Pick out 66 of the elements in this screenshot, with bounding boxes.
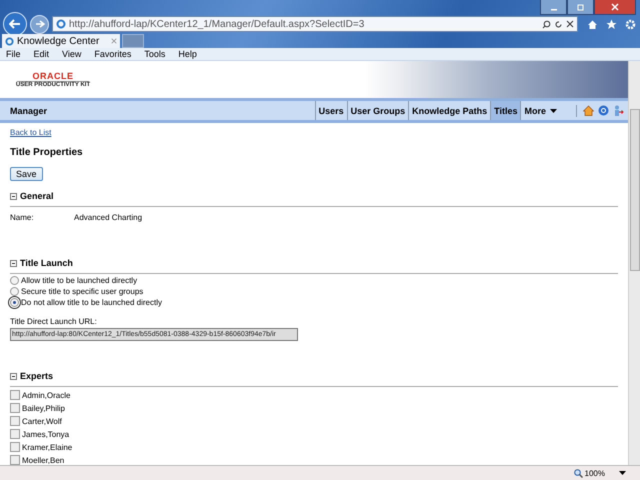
home-icon[interactable]: [583, 105, 594, 116]
caret-icon: [550, 108, 557, 112]
radio-button[interactable]: [10, 287, 19, 296]
close-button[interactable]: [594, 0, 636, 15]
nav-tab[interactable]: User Groups: [346, 101, 408, 120]
back-link[interactable]: Back to List: [10, 128, 52, 137]
browser-tab[interactable]: Knowledge Center: [2, 34, 120, 48]
checkbox-label: James,Tonya: [22, 430, 70, 438]
field-label: Name:: [10, 213, 35, 222]
caret-icon[interactable]: [619, 471, 626, 475]
settings-icon[interactable]: [625, 18, 636, 30]
radio-label: Secure title to specific user groups: [21, 287, 144, 296]
menu-item[interactable]: Tools: [144, 49, 166, 59]
nav-tab[interactable]: More: [520, 101, 560, 120]
save-button[interactable]: Save: [10, 167, 43, 181]
field-label: Title Direct Launch URL:: [10, 317, 98, 326]
zoom-level[interactable]: 100%: [584, 468, 605, 478]
restore-button[interactable]: [567, 0, 594, 15]
collapse-icon[interactable]: [10, 260, 17, 266]
menu-item[interactable]: Edit: [34, 49, 50, 59]
nav-title: Manager: [10, 106, 48, 116]
radio-label: Do not allow title to be launched directly: [21, 298, 162, 307]
logout-icon[interactable]: [613, 104, 624, 116]
checkbox[interactable]: [10, 403, 20, 413]
menu-item[interactable]: File: [6, 49, 21, 59]
scrollbar[interactable]: [628, 61, 640, 465]
checkbox[interactable]: [10, 390, 20, 400]
checkbox-label: Carter,Wolf: [22, 416, 62, 426]
menu-item[interactable]: View: [62, 49, 82, 59]
checkbox[interactable]: [10, 455, 20, 465]
collapse-icon[interactable]: [10, 372, 17, 380]
minimize-button[interactable]: [540, 0, 567, 15]
radio-button[interactable]: [10, 276, 19, 285]
back-button[interactable]: [3, 12, 27, 36]
zoom-icon[interactable]: [574, 468, 583, 478]
checkbox[interactable]: [10, 429, 20, 439]
nav-tab[interactable]: Titles: [490, 101, 520, 120]
nav-tab[interactable]: Users: [314, 101, 347, 120]
forward-arrow-icon: [34, 20, 44, 28]
home-icon[interactable]: [587, 18, 598, 30]
section-title: Title Launch: [20, 258, 73, 268]
radio-button[interactable]: [10, 298, 19, 307]
search-icon[interactable]: [542, 20, 551, 28]
close-icon: [611, 3, 619, 11]
address-bar[interactable]: http://ahufford-lap/KCenter12_1/Manager/Default.aspx?SelectID=3: [52, 16, 578, 32]
back-arrow-icon: [9, 19, 21, 29]
url-text: http://ahufford-lap/KCenter12_1/Manager/Default.aspx?SelectID=3: [69, 18, 366, 30]
checkbox[interactable]: [10, 442, 20, 452]
field-value: Advanced Charting: [74, 213, 142, 222]
checkbox-label: Moeller,Ben: [22, 456, 64, 464]
checkbox-label: Admin,Oracle: [22, 390, 70, 400]
section-title: Experts: [20, 371, 54, 381]
page-title: Title Properties: [10, 147, 84, 158]
checkbox-label: Kramer,Elaine: [22, 442, 72, 452]
star-icon[interactable]: [606, 18, 617, 30]
menu-item[interactable]: Favorites: [94, 49, 132, 59]
refresh-icon[interactable]: [554, 20, 563, 28]
forward-button[interactable]: [30, 14, 49, 34]
checkbox-label: Bailey,Philip: [22, 404, 65, 412]
collapse-icon[interactable]: [10, 192, 17, 200]
checkbox[interactable]: [10, 416, 20, 426]
menu-item[interactable]: Help: [178, 49, 197, 59]
section-title: General: [20, 191, 54, 201]
close-icon[interactable]: [566, 20, 574, 28]
restore-icon: [576, 3, 584, 11]
radio-label: Allow title to be launched directly: [21, 276, 138, 285]
